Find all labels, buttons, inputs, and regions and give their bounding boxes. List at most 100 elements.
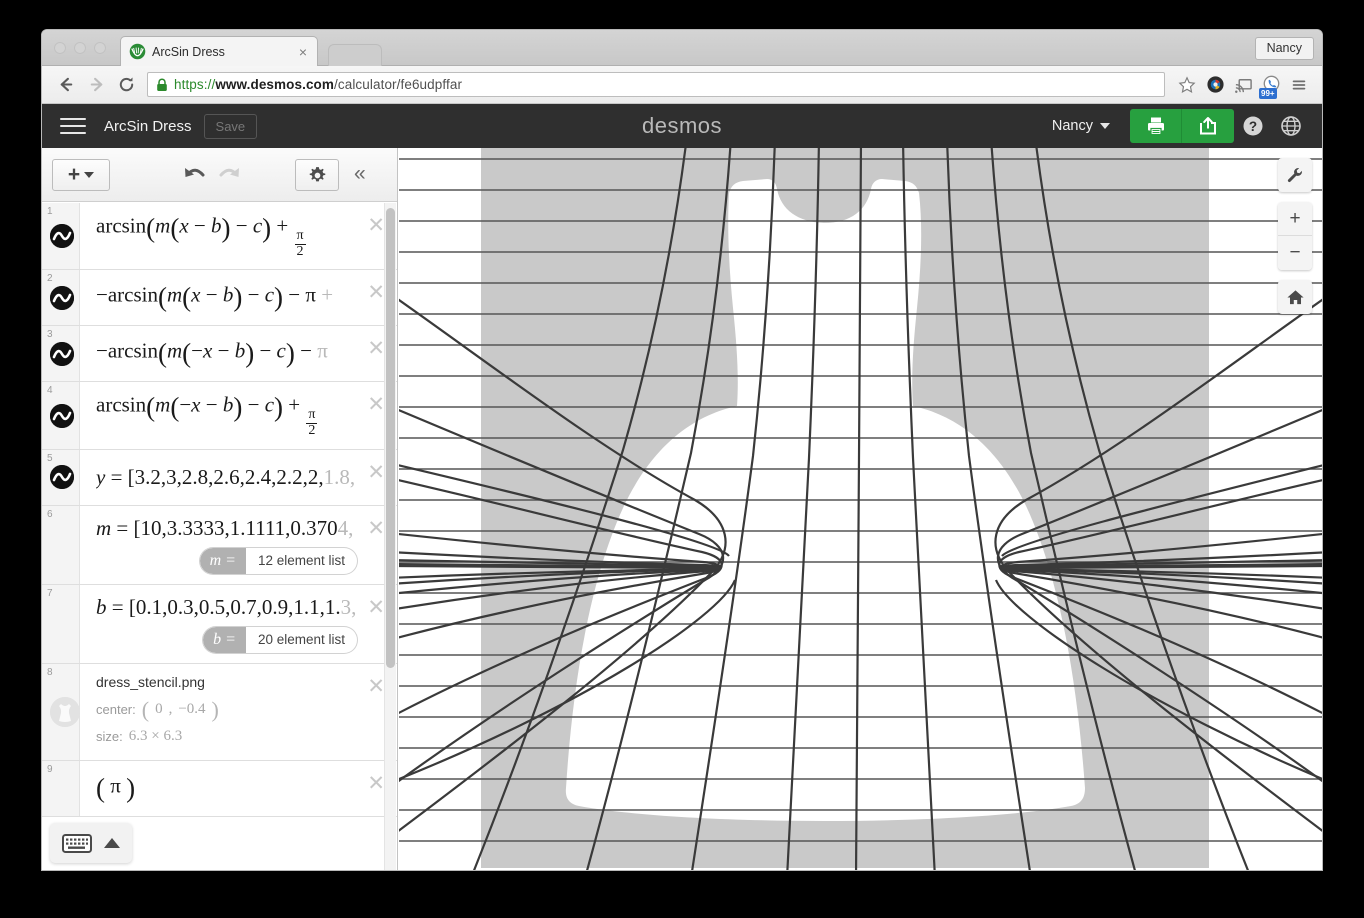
expression-index: 2 (42, 270, 80, 326)
paren-open: ( (141, 696, 150, 722)
help-button[interactable]: ? (1234, 115, 1272, 137)
list-summary-badge[interactable]: b = 20 element list (203, 626, 357, 653)
image-expression-row[interactable]: 8 dress_stencil.png center: (0 , −0.4)… (42, 663, 397, 761)
image-expression-body[interactable]: dress_stencil.png center: ( 0 , −0.4 ) s… (80, 664, 397, 760)
expression-row[interactable]: 7 b = [0.1,0.3,0.5,0.7,0.9,1.1,1.3, b = … (42, 584, 397, 664)
expression-row[interactable]: 6 m = [10,3.3333,1.1111,0.3704, m = 12 e… (42, 505, 397, 585)
zoom-in-button[interactable]: + (1278, 202, 1312, 236)
close-icon[interactable]: × (295, 45, 311, 59)
expression-body[interactable]: ( π ) (80, 761, 397, 816)
url-path: /calculator/fe6udpffar (334, 77, 463, 92)
delete-expression-icon[interactable]: ✕ (367, 773, 385, 794)
expression-index: 3 (42, 326, 80, 382)
expression-index-label: 8 (47, 666, 53, 678)
minimize-window-button[interactable] (74, 42, 86, 54)
delete-expression-icon[interactable]: ✕ (367, 462, 385, 483)
graph-controls: + − (1278, 158, 1312, 314)
graph-canvas[interactable]: + − (399, 148, 1322, 870)
expression-row[interactable]: 5 y = [3.2,3,2.8,2.6,2.4,2.2,2,1.8, ✕ (42, 449, 397, 506)
expression-panel: + « 1 arcsin(m(x − b) − c) + π 2 ✕ 2 −ar… (42, 148, 398, 870)
zoom-out-button[interactable]: − (1278, 236, 1312, 270)
forward-arrow-icon[interactable] (81, 70, 111, 100)
expression-body[interactable]: arcsin(m(−x − b) − c) + π2 (80, 382, 397, 448)
image-thumbnail[interactable] (50, 696, 80, 727)
add-expression-button[interactable]: + (52, 158, 110, 191)
expression-math: −arcsin(m(−x − b) − c) − π (96, 338, 328, 369)
back-arrow-icon[interactable] (51, 70, 81, 100)
expression-body[interactable]: −arcsin(m(x − b) − c) − π + (80, 270, 397, 325)
expression-body[interactable]: −arcsin(m(−x − b) − c) − π (80, 326, 397, 381)
expression-row[interactable]: 1 arcsin(m(x − b) − c) + π2 ✕ (42, 203, 397, 271)
delete-expression-icon[interactable]: ✕ (367, 394, 385, 415)
paren-close: ) (211, 696, 219, 722)
close-window-button[interactable] (54, 42, 66, 54)
function-style-icon[interactable] (50, 465, 74, 490)
image-overlay (481, 148, 1209, 868)
delete-expression-icon[interactable]: ✕ (367, 676, 385, 697)
expression-index-label: 2 (47, 273, 53, 285)
browser-window: ArcSin Dress × Nancy https://www.desmos.… (42, 30, 1322, 870)
cast-icon[interactable] (1230, 72, 1256, 98)
home-icon (1286, 289, 1304, 304)
gear-icon (309, 166, 325, 181)
desmos-calculator-app: ArcSin Dress Save desmos Nancy ? + « 1 a… (42, 104, 1322, 870)
phone-icon[interactable]: 99+ (1258, 72, 1284, 99)
svg-text:?: ? (1249, 119, 1257, 134)
expression-body[interactable]: m = [10,3.3333,1.1111,0.3704, m = 12 ele… (80, 506, 397, 584)
keyboard-icon (62, 833, 92, 853)
new-tab-button[interactable] (328, 44, 382, 66)
reset-view-button[interactable] (1278, 280, 1312, 314)
expression-body[interactable]: arcsin(m(x − b) − c) + π2 (80, 203, 397, 269)
save-button[interactable]: Save (203, 113, 258, 139)
expression-scrollbar-thumb[interactable] (386, 208, 395, 668)
graph-settings-wrench-button[interactable] (1278, 158, 1312, 192)
comma: , (168, 701, 173, 718)
function-style-icon[interactable] (50, 224, 74, 249)
function-style-icon[interactable] (50, 285, 74, 310)
image-center-row[interactable]: center: ( 0 , −0.4 ) (96, 697, 357, 723)
browser-profile-chip[interactable]: Nancy (1254, 37, 1314, 60)
expression-row[interactable]: 4 arcsin(m(−x − b) − c) + π2 ✕ (42, 382, 397, 450)
delete-expression-icon[interactable]: ✕ (367, 597, 385, 618)
print-button[interactable] (1130, 109, 1182, 143)
image-size-row[interactable]: size: 6.3 × 6.3 (96, 728, 357, 745)
language-button[interactable] (1272, 115, 1310, 137)
delete-expression-icon[interactable]: ✕ (367, 338, 385, 359)
camera-extension-icon[interactable] (1202, 72, 1228, 98)
expression-row[interactable]: 9 ( π ) ✕ (42, 760, 397, 817)
expression-index: 6 (42, 505, 80, 584)
browser-tab[interactable]: ArcSin Dress × (120, 36, 318, 66)
expression-math: arcsin(m(x − b) − c) + π2 (96, 213, 306, 259)
graph-settings-button[interactable] (295, 159, 339, 191)
keypad-toggle-button[interactable] (50, 823, 132, 863)
hamburger-menu-icon[interactable] (1286, 72, 1312, 98)
expression-row[interactable]: 3 −arcsin(m(−x − b) − c) − π ✕ (42, 326, 397, 383)
share-button[interactable] (1182, 109, 1234, 143)
address-bar[interactable]: https://www.desmos.com/calculator/fe6udp… (147, 72, 1165, 97)
star-icon[interactable] (1174, 72, 1200, 98)
collapse-panel-button[interactable]: « (354, 162, 366, 186)
delete-expression-icon[interactable]: ✕ (367, 282, 385, 303)
list-summary-badge[interactable]: m = 12 element list (199, 547, 357, 574)
menu-hamburger-icon[interactable] (60, 113, 86, 139)
add-expression-label: + (67, 162, 81, 186)
user-menu[interactable]: Nancy (1046, 118, 1116, 134)
delete-expression-icon[interactable]: ✕ (367, 518, 385, 539)
delete-expression-icon[interactable]: ✕ (367, 215, 385, 236)
maximize-window-button[interactable] (94, 42, 106, 54)
expression-row[interactable]: 2 −arcsin(m(x − b) − c) − π + ✕ (42, 270, 397, 327)
expression-index-label: 6 (47, 508, 53, 520)
expression-index-label: 9 (47, 763, 53, 775)
function-style-icon[interactable] (50, 403, 74, 428)
list-badge-value: 20 element list (257, 632, 345, 648)
expression-list[interactable]: 1 arcsin(m(x − b) − c) + π2 ✕ 2 −arcsin(… (42, 203, 397, 870)
undo-button[interactable] (182, 164, 208, 191)
redo-button[interactable] (216, 164, 242, 191)
browser-tab-strip: ArcSin Dress × Nancy (42, 30, 1322, 66)
graph-title[interactable]: ArcSin Dress (104, 118, 192, 135)
function-style-icon[interactable] (50, 341, 74, 366)
expression-body[interactable]: y = [3.2,3,2.8,2.6,2.4,2.2,2,1.8, (80, 450, 397, 505)
zoom-controls: + − (1278, 202, 1312, 270)
reload-icon[interactable] (111, 70, 141, 100)
expression-body[interactable]: b = [0.1,0.3,0.5,0.7,0.9,1.1,1.3, b = 20… (80, 585, 397, 663)
